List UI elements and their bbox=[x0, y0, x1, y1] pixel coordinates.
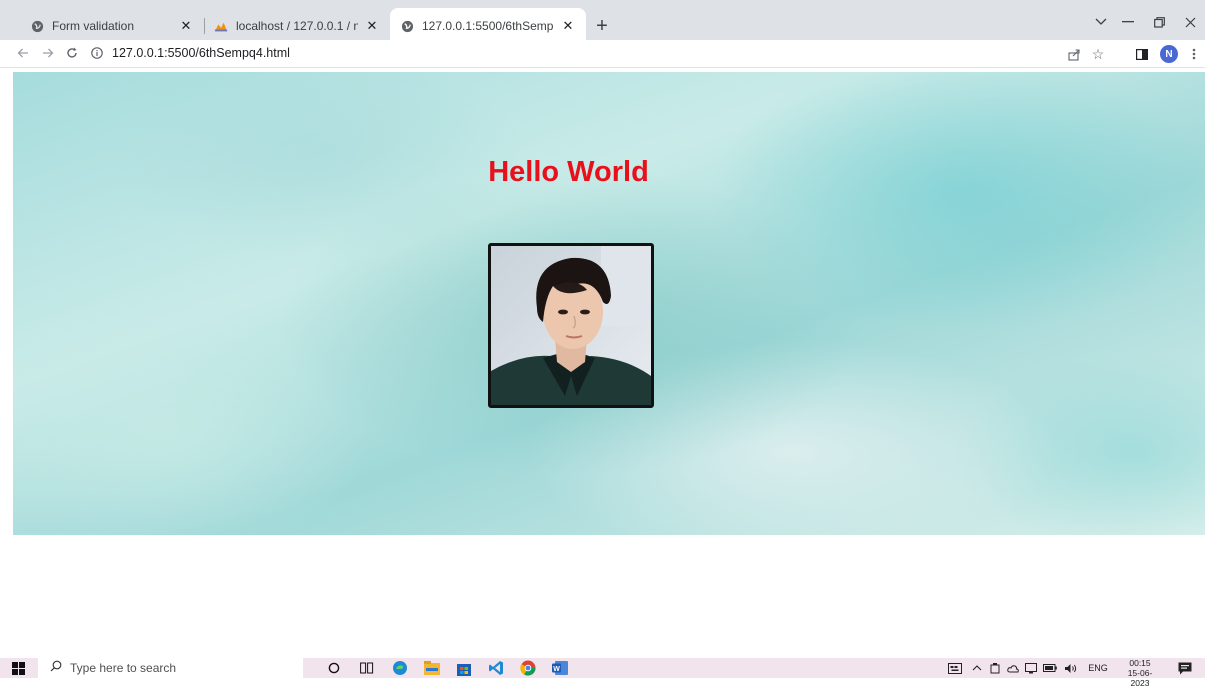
onedrive-icon[interactable] bbox=[1006, 660, 1020, 676]
network-icon[interactable] bbox=[1024, 660, 1038, 676]
tab-title: localhost / 127.0.0.1 / newdb / u bbox=[236, 19, 358, 33]
search-icon bbox=[50, 659, 62, 677]
address-bar[interactable]: 127.0.0.1:5500/6thSempq4.html bbox=[90, 42, 1060, 64]
close-icon[interactable]: ✕ bbox=[178, 18, 194, 34]
tab-active-page[interactable]: 127.0.0.1:5500/6thSempq4.html ✕ bbox=[390, 8, 586, 44]
cortana-icon[interactable] bbox=[328, 660, 340, 676]
share-icon[interactable] bbox=[1063, 43, 1085, 65]
close-window-button[interactable] bbox=[1174, 8, 1205, 36]
task-view-icon[interactable] bbox=[360, 660, 374, 676]
close-icon[interactable]: ✕ bbox=[364, 18, 380, 34]
vscode-icon[interactable] bbox=[488, 660, 504, 676]
store-icon[interactable] bbox=[456, 660, 472, 676]
restore-button[interactable] bbox=[1143, 8, 1175, 36]
taskbar-search-input[interactable]: Type here to search bbox=[38, 658, 303, 678]
new-tab-button[interactable]: + bbox=[590, 14, 614, 38]
close-icon[interactable]: ✕ bbox=[560, 18, 576, 34]
profile-avatar[interactable]: N bbox=[1160, 45, 1178, 63]
language-indicator[interactable]: ENG bbox=[1084, 660, 1112, 676]
tab-phpmyadmin[interactable]: localhost / 127.0.0.1 / newdb / u ✕ bbox=[204, 8, 390, 44]
url-text: 127.0.0.1:5500/6thSempq4.html bbox=[112, 46, 290, 60]
chevron-up-icon[interactable] bbox=[970, 660, 984, 676]
input-indicator-icon[interactable] bbox=[946, 660, 964, 676]
phpmyadmin-icon bbox=[214, 19, 228, 33]
page-heading: Hello World bbox=[488, 156, 649, 188]
file-explorer-icon[interactable] bbox=[424, 660, 440, 676]
tray-app-icon[interactable] bbox=[988, 660, 1002, 676]
tab-title: 127.0.0.1:5500/6thSempq4.html bbox=[422, 19, 554, 33]
search-placeholder: Type here to search bbox=[70, 661, 177, 675]
profile-photo bbox=[488, 243, 654, 408]
bookmark-star-icon[interactable]: ☆ bbox=[1087, 43, 1109, 65]
back-button[interactable] bbox=[12, 42, 34, 64]
clock-date: 15-06-2023 bbox=[1127, 668, 1153, 688]
windows-taskbar: Type here to search W ENG 00:15 15-06-20… bbox=[0, 658, 1205, 688]
forward-button[interactable] bbox=[37, 42, 59, 64]
minimize-button[interactable] bbox=[1112, 8, 1144, 36]
browser-toolbar: 127.0.0.1:5500/6thSempq4.html ☆ N bbox=[0, 40, 1205, 68]
side-panel-icon[interactable] bbox=[1131, 43, 1153, 65]
tab-strip: Form validation ✕ localhost / 127.0.0.1 … bbox=[0, 0, 1205, 44]
page-viewport: Hello World bbox=[0, 69, 1205, 658]
hero-section: Hello World bbox=[13, 72, 1205, 535]
battery-icon[interactable] bbox=[1042, 660, 1058, 676]
word-icon[interactable]: W bbox=[552, 660, 568, 676]
volume-icon[interactable] bbox=[1062, 660, 1078, 676]
svg-text:W: W bbox=[553, 666, 560, 673]
reload-button[interactable] bbox=[61, 42, 83, 64]
taskbar-clock[interactable]: 00:15 15-06-2023 bbox=[1120, 658, 1160, 688]
info-icon[interactable] bbox=[90, 46, 104, 60]
windows-start-icon[interactable] bbox=[12, 660, 25, 676]
edge-icon[interactable] bbox=[392, 660, 408, 676]
globe-icon bbox=[30, 19, 44, 33]
tab-form-validation[interactable]: Form validation ✕ bbox=[20, 8, 204, 44]
menu-kebab-icon[interactable] bbox=[1183, 43, 1205, 65]
notifications-icon[interactable] bbox=[1178, 660, 1192, 676]
clock-time: 00:15 bbox=[1129, 658, 1151, 668]
chrome-icon[interactable] bbox=[520, 660, 536, 676]
tab-title: Form validation bbox=[52, 19, 135, 33]
globe-icon bbox=[400, 19, 414, 33]
